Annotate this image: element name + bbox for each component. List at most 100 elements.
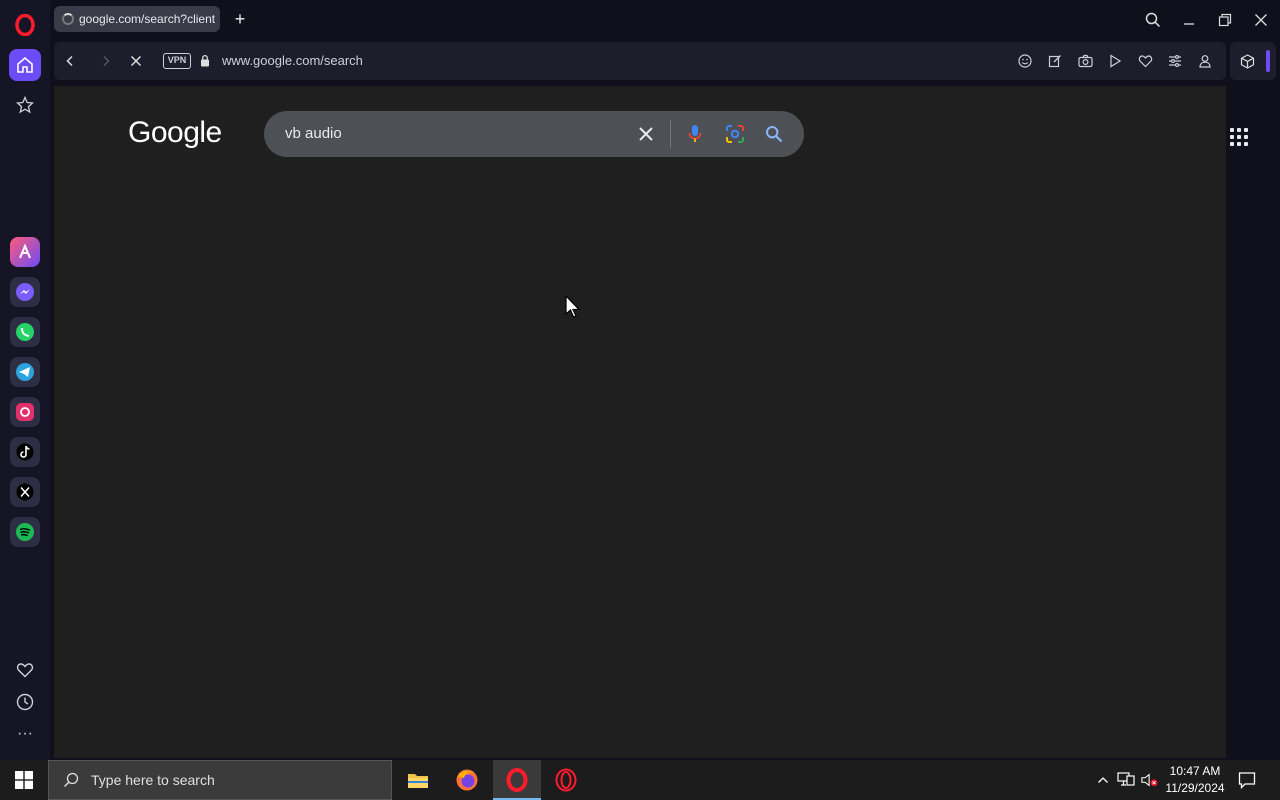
action-center-button[interactable] — [1238, 771, 1256, 789]
spotify-icon — [16, 523, 34, 541]
search-icon — [64, 772, 79, 787]
extensions-button[interactable] — [1238, 52, 1256, 70]
home-icon — [17, 56, 33, 73]
pinboard-button[interactable] — [9, 89, 41, 121]
opera-sidebar: ··· — [0, 0, 50, 760]
lens-search-button[interactable] — [723, 122, 747, 146]
smiley-icon — [1018, 54, 1032, 68]
tiktok-icon — [16, 443, 34, 461]
back-button[interactable] — [60, 51, 80, 71]
player-button[interactable] — [1106, 52, 1124, 70]
close-icon — [639, 127, 653, 141]
sidebar-history-button[interactable] — [13, 690, 37, 714]
stop-loading-button[interactable] — [126, 51, 146, 71]
google-lens-icon — [726, 125, 744, 143]
sidebar-app-telegram[interactable] — [10, 357, 40, 387]
user-icon — [1199, 55, 1211, 68]
search-box[interactable]: vb audio — [264, 111, 804, 157]
microphone-icon — [688, 125, 702, 142]
clock-date: 11/29/2024 — [1165, 781, 1225, 795]
clock-time: 10:47 AM — [1169, 764, 1221, 778]
google-apps-icon[interactable] — [1228, 126, 1250, 148]
play-icon — [1110, 54, 1122, 68]
tab-google-search[interactable]: google.com/search?client — [54, 6, 220, 32]
google-results-page: Google vb audio — [54, 86, 1248, 758]
search-icon — [1145, 12, 1161, 28]
chevron-left-icon — [66, 55, 73, 67]
windows-logo-icon — [15, 771, 33, 789]
search-submit-button[interactable] — [762, 122, 786, 146]
taskbar-opera-active[interactable] — [493, 760, 541, 800]
volume-muted-icon — [1141, 773, 1158, 787]
forward-button[interactable] — [96, 51, 116, 71]
emoji-button[interactable] — [1016, 52, 1034, 70]
sidebar-app-x[interactable] — [10, 477, 40, 507]
sidebar-app-spotify[interactable] — [10, 517, 40, 547]
search-input[interactable]: vb audio — [285, 125, 342, 142]
messenger-icon — [16, 283, 34, 301]
whatsapp-icon — [16, 323, 34, 341]
minimize-button[interactable] — [1177, 8, 1201, 32]
windows-taskbar: Type here to search 10:47 AM 11/29/2024 — [0, 760, 1280, 800]
show-hidden-icons-button[interactable] — [1094, 771, 1112, 789]
edit-button[interactable] — [1046, 52, 1064, 70]
instagram-icon — [16, 403, 34, 421]
snapshot-button[interactable] — [1076, 52, 1094, 70]
volume-control[interactable] — [1141, 771, 1159, 789]
network-icon — [1117, 772, 1135, 786]
folder-icon — [408, 774, 428, 788]
stop-icon — [130, 55, 142, 67]
sidebar-accent-bar — [1266, 50, 1270, 72]
google-logo[interactable]: Google — [128, 116, 222, 150]
tab-title: google.com/search?client — [79, 12, 216, 26]
vpn-badge[interactable]: VPN — [163, 53, 191, 69]
search-icon — [766, 126, 783, 143]
close-window-button[interactable] — [1249, 8, 1273, 32]
sidebar-more-button[interactable]: ··· — [13, 722, 37, 746]
star-icon — [16, 96, 34, 114]
home-button[interactable] — [9, 49, 41, 81]
x-icon — [16, 483, 34, 501]
opera-icon — [506, 768, 528, 792]
profile-button[interactable] — [1196, 52, 1214, 70]
restore-icon — [1218, 13, 1232, 27]
settings-sliders-icon — [1169, 55, 1181, 67]
system-clock[interactable]: 10:47 AM 11/29/2024 — [1160, 763, 1230, 797]
opera-icon — [555, 768, 577, 792]
start-button[interactable] — [0, 760, 48, 800]
sidebar-app-instagram[interactable] — [10, 397, 40, 427]
heart-icon — [1138, 55, 1152, 68]
taskbar-firefox[interactable] — [443, 760, 491, 800]
network-status[interactable] — [1117, 771, 1135, 789]
tab-search-button[interactable] — [1141, 8, 1165, 32]
close-icon — [1255, 14, 1267, 26]
loading-spinner-icon — [62, 13, 74, 25]
new-tab-button[interactable]: + — [230, 9, 250, 29]
url-text[interactable]: www.google.com/search — [222, 53, 363, 68]
heart-icon — [16, 663, 34, 678]
firefox-icon — [456, 769, 478, 791]
voice-search-button[interactable] — [683, 122, 707, 146]
restore-button[interactable] — [1213, 8, 1237, 32]
opera-logo-icon[interactable] — [15, 14, 35, 36]
notification-icon — [1238, 772, 1256, 789]
telegram-icon — [16, 363, 34, 381]
camera-icon — [1077, 54, 1093, 68]
sidebar-app-messenger[interactable] — [10, 277, 40, 307]
sidebar-app-aria[interactable] — [10, 237, 40, 267]
clear-search-button[interactable] — [634, 122, 658, 146]
cube-icon — [1240, 53, 1254, 69]
easy-setup-button[interactable] — [1166, 52, 1184, 70]
pencil-icon — [1048, 55, 1061, 68]
history-icon — [16, 693, 34, 711]
sidebar-heart-button[interactable] — [13, 658, 37, 682]
lock-icon[interactable] — [200, 54, 210, 67]
taskbar-opera-gx[interactable] — [542, 760, 590, 800]
aria-icon — [19, 244, 31, 259]
sidebar-app-tiktok[interactable] — [10, 437, 40, 467]
sidebar-app-whatsapp[interactable] — [10, 317, 40, 347]
taskbar-search-box[interactable]: Type here to search — [48, 760, 392, 800]
bookmark-heart-button[interactable] — [1136, 52, 1154, 70]
taskbar-file-explorer[interactable] — [394, 760, 442, 800]
chevron-up-icon — [1098, 777, 1108, 783]
